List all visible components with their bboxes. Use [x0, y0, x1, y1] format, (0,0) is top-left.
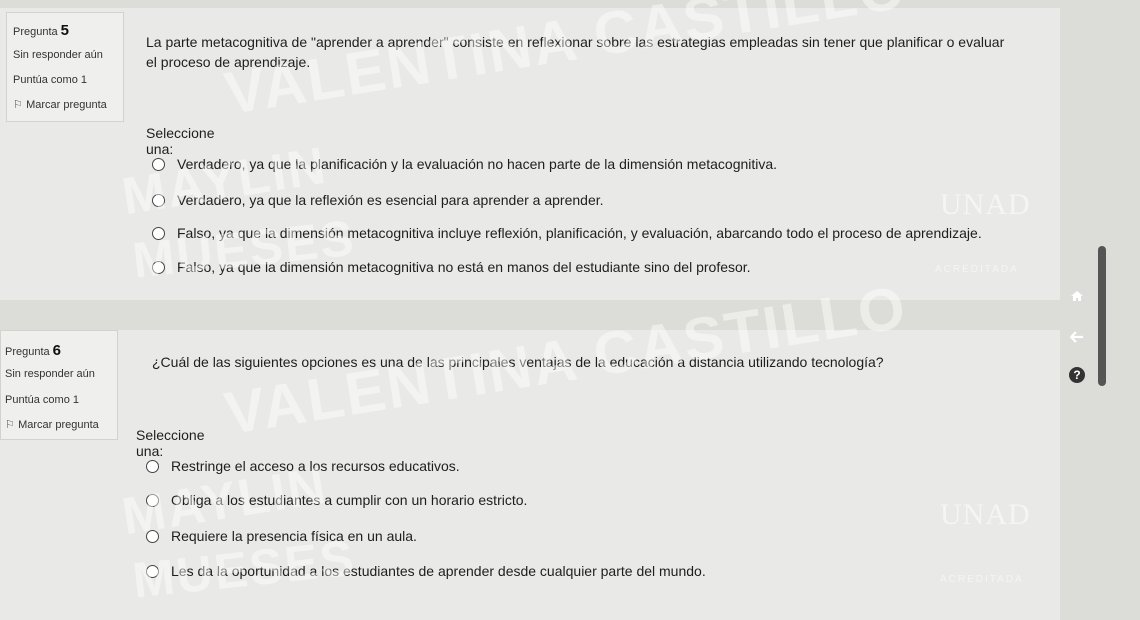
question-status: Sin responder aún: [13, 49, 103, 61]
question-6-info: Pregunta 6 Sin responder aún Puntúa como …: [0, 330, 118, 440]
radio-button[interactable]: [146, 493, 159, 507]
radio-button[interactable]: [152, 226, 165, 240]
answer-option[interactable]: Falso, ya que la dimensión metacognitiva…: [152, 259, 751, 275]
answer-option[interactable]: Obliga a los estudiantes a cumplir con u…: [146, 492, 527, 508]
question-score: Puntúa como 1: [5, 394, 79, 406]
option-label[interactable]: Verdadero, ya que la reflexión es esenci…: [177, 192, 604, 208]
option-label[interactable]: Falso, ya que la dimensión metacognitiva…: [177, 259, 751, 275]
scrollbar[interactable]: [1098, 246, 1106, 386]
radio-button[interactable]: [146, 564, 159, 578]
question-score: Puntúa como 1: [13, 74, 87, 86]
option-label[interactable]: Requiere la presencia física en un aula.: [171, 528, 417, 544]
option-label[interactable]: Les da la oportunidad a los estudiantes …: [171, 563, 706, 579]
flag-question-link[interactable]: ⚐ Marcar pregunta: [13, 100, 107, 111]
flag-icon: ⚐: [5, 419, 15, 431]
radio-button[interactable]: [146, 529, 159, 543]
acreditada-seal: ACREDITADA: [935, 264, 1019, 275]
option-label[interactable]: Verdadero, ya que la planificación y la …: [177, 156, 777, 172]
home-icon[interactable]: [1069, 288, 1085, 304]
acreditada-seal: ACREDITADA: [940, 574, 1024, 585]
answer-option[interactable]: Verdadero, ya que la reflexión es esenci…: [152, 192, 604, 208]
flag-icon: ⚐: [13, 99, 23, 111]
radio-button[interactable]: [152, 193, 165, 207]
question-label: Pregunta: [13, 26, 58, 38]
question-text: ¿Cuál de las siguientes opciones es una …: [152, 354, 884, 370]
answer-option[interactable]: Verdadero, ya que la planificación y la …: [152, 156, 777, 172]
question-number: Pregunta 5: [13, 23, 69, 38]
radio-button[interactable]: [146, 459, 159, 473]
flag-label: Marcar pregunta: [18, 419, 99, 431]
question-text: La parte metacognitiva de "aprender a ap…: [146, 34, 1005, 70]
answer-option[interactable]: Restringe el acceso a los recursos educa…: [146, 458, 460, 474]
question-label: Pregunta: [5, 346, 50, 358]
question-5-info: Pregunta 5 Sin responder aún Puntúa como …: [6, 12, 124, 122]
radio-button[interactable]: [152, 260, 165, 274]
option-label[interactable]: Obliga a los estudiantes a cumplir con u…: [171, 492, 527, 508]
option-label[interactable]: Restringe el acceso a los recursos educa…: [171, 458, 460, 474]
unad-logo: UNAD: [940, 188, 1031, 221]
flag-label: Marcar pregunta: [26, 99, 107, 111]
question-number-value: 6: [52, 342, 61, 359]
question-number: Pregunta 6: [5, 343, 61, 358]
question-number-value: 5: [60, 22, 69, 39]
select-label: Seleccione una:: [136, 427, 205, 459]
radio-button[interactable]: [152, 157, 165, 171]
select-label: Seleccione una:: [146, 125, 215, 157]
help-icon[interactable]: ?: [1069, 367, 1085, 383]
unad-logo: UNAD: [940, 498, 1031, 531]
question-status: Sin responder aún: [5, 368, 95, 380]
option-label[interactable]: Falso, ya que la dimensión metacognitiva…: [177, 225, 982, 241]
flag-question-link[interactable]: ⚐ Marcar pregunta: [5, 420, 99, 431]
answer-option[interactable]: Requiere la presencia física en un aula.: [146, 528, 417, 544]
arrow-left-icon[interactable]: [1069, 329, 1085, 345]
answer-option[interactable]: Les da la oportunidad a los estudiantes …: [146, 563, 706, 579]
answer-option[interactable]: Falso, ya que la dimensión metacognitiva…: [152, 225, 982, 241]
